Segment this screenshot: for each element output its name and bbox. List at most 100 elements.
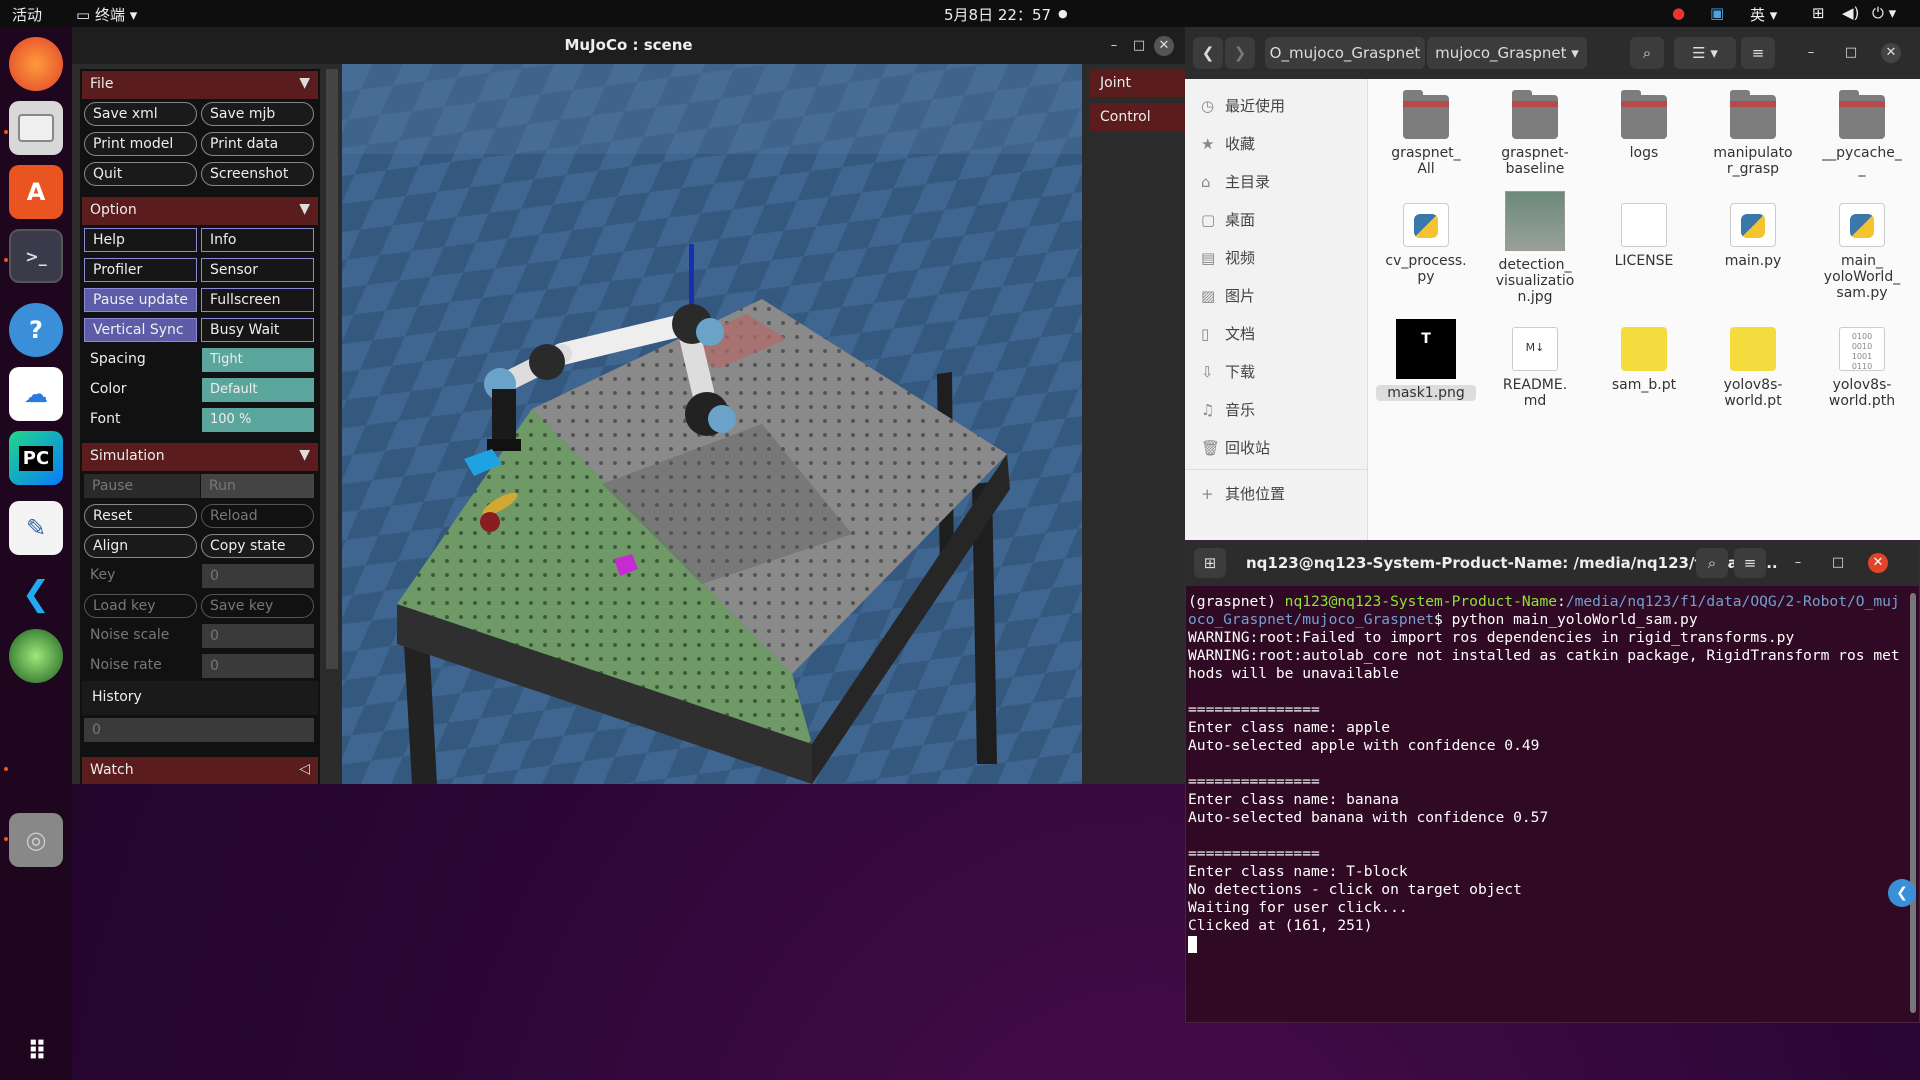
file-item[interactable]: LICENSE [1594,203,1694,269]
fullscreen-toggle[interactable]: Fullscreen [201,288,314,312]
vertical-sync-toggle[interactable]: Vertical Sync [84,318,197,342]
new-tab-icon[interactable]: ⊞ [1194,548,1226,578]
busy-wait-toggle[interactable]: Busy Wait [201,318,314,342]
clock[interactable]: 5月8日 22：57 [944,4,1051,25]
place-pictures[interactable]: ▨ 图片 [1201,285,1255,306]
baidu-netdisk-icon[interactable]: ☁ [9,367,63,421]
simulation-viewport[interactable] [342,64,1082,784]
back-button[interactable]: ❮ [1193,37,1223,69]
record-indicator-icon[interactable]: ● [1672,4,1685,22]
profiler-toggle[interactable]: Profiler [84,258,197,282]
place-desktop[interactable]: ▢ 桌面 [1201,209,1255,230]
place-trash[interactable]: 🗑 回收站 [1201,437,1270,458]
firefox-icon[interactable] [9,37,63,91]
place-videos[interactable]: ▤ 视频 [1201,247,1255,268]
help-toggle[interactable]: Help [84,228,197,252]
activities-button[interactable]: 活动 [12,4,42,25]
mujoco-title-bar[interactable]: MuJoCo : scene [72,27,1185,64]
simulation-section-header[interactable]: Simulation ▼ [82,443,318,471]
minimize-icon[interactable]: – [1104,36,1124,56]
control-section-header[interactable]: Control [1090,103,1185,131]
search-icon[interactable]: ⌕ [1696,548,1728,578]
option-section-header[interactable]: Option ▼ [82,197,318,225]
breadcrumb-parent[interactable]: O_mujoco_Graspnet [1265,37,1425,69]
file-item[interactable]: logs [1594,90,1694,161]
pause-button[interactable]: Pause [84,474,200,498]
sensor-toggle[interactable]: Sensor [201,258,314,282]
key-slider[interactable]: 0 [202,564,314,588]
file-section-header[interactable]: File ▼ [82,71,318,99]
spacing-select[interactable]: Tight [202,348,314,372]
save-xml-button[interactable]: Save xml [84,102,197,126]
terminal-header[interactable]: ⊞ nq123@nq123-System-Product-Name: /medi… [1186,541,1919,586]
save-key-button[interactable]: Save key [201,594,314,618]
place-music[interactable]: ♫ 音乐 [1201,399,1255,420]
info-toggle[interactable]: Info [201,228,314,252]
close-icon[interactable]: ✕ [1868,553,1888,573]
joint-section-header[interactable]: Joint [1090,69,1185,97]
show-apps-icon[interactable]: ⠿ [9,1025,63,1079]
view-options-icon[interactable]: ☰ ▾ [1674,37,1736,69]
file-item[interactable]: cv_process. py [1376,203,1476,285]
terminal-scrollbar[interactable] [1910,593,1916,1013]
place-starred[interactable]: ★ 收藏 [1201,133,1255,154]
file-item[interactable]: Tmask1.png [1376,319,1476,401]
print-model-button[interactable]: Print model [84,132,197,156]
side-panel-toggle-icon[interactable]: ❮ [1888,879,1916,907]
tray-app-icon[interactable]: ▣ [1710,4,1724,22]
volume-icon[interactable]: ◀) [1842,4,1859,22]
file-item[interactable]: sam_b.pt [1594,327,1694,393]
chrome-icon[interactable] [9,629,63,683]
power-icon[interactable]: ⏻ ▾ [1872,4,1896,22]
panel-scrollbar[interactable] [326,69,338,669]
input-method[interactable]: 英 ▾ [1750,4,1777,25]
file-item[interactable]: main_ yoloWorld_ sam.py [1812,203,1912,301]
pause-update-toggle[interactable]: Pause update [84,288,197,312]
help-icon[interactable]: ? [9,303,63,357]
watch-section-header[interactable]: Watch ◁ [82,757,318,784]
file-item[interactable]: main.py [1703,203,1803,269]
vscode-icon[interactable]: ❮ [9,567,63,621]
menu-icon[interactable]: ≡ [1734,548,1766,578]
file-item[interactable]: M↓ README. md [1485,327,1585,409]
file-manager-header[interactable]: ❮ ❯ O_mujoco_Graspnet mujoco_Graspnet ▾ … [1185,27,1920,79]
reset-button[interactable]: Reset [84,504,197,528]
place-downloads[interactable]: ⇩ 下载 [1201,361,1255,382]
place-documents[interactable]: ▯ 文档 [1201,323,1255,344]
file-item[interactable]: __pycache_ _ [1812,90,1912,177]
files-icon[interactable] [9,101,63,155]
terminal-icon[interactable]: >_ [9,229,63,283]
close-icon[interactable]: ✕ [1881,43,1901,63]
place-home[interactable]: ⌂ 主目录 [1201,171,1270,192]
load-key-button[interactable]: Load key [84,594,197,618]
noise-rate-slider[interactable]: 0 [202,654,314,678]
file-item[interactable]: graspnet- baseline [1485,90,1585,177]
minimize-icon[interactable]: – [1788,553,1808,573]
screenshot-button[interactable]: Screenshot [201,162,314,186]
terminal-output[interactable]: (graspnet) nq123@nq123-System-Product-Na… [1188,593,1908,1018]
history-slider[interactable]: 0 [84,718,314,742]
network-icon[interactable]: ⊞ [1812,4,1825,22]
file-item[interactable]: graspnet_ All [1376,90,1476,177]
close-icon[interactable]: ✕ [1154,36,1174,56]
search-icon[interactable]: ⌕ [1630,37,1664,69]
minimize-icon[interactable]: – [1801,43,1821,63]
file-item[interactable]: yolov8s- world.pt [1703,327,1803,409]
app-center-icon[interactable]: A [9,165,63,219]
file-item[interactable]: 0100 0010 1001 0110 yolov8s- world.pth [1812,327,1912,409]
copy-state-button[interactable]: Copy state [201,534,314,558]
font-select[interactable]: 100 % [202,408,314,432]
menu-icon[interactable]: ≡ [1741,37,1775,69]
place-other-locations[interactable]: + 其他位置 [1201,483,1285,504]
maximize-icon[interactable]: □ [1129,36,1149,56]
save-mjb-button[interactable]: Save mjb [201,102,314,126]
app-menu[interactable]: ▭ 终端 ▾ [76,4,137,25]
maximize-icon[interactable]: □ [1841,43,1861,63]
color-select[interactable]: Default [202,378,314,402]
breadcrumb-current[interactable]: mujoco_Graspnet ▾ [1427,37,1587,69]
reload-button[interactable]: Reload [201,504,314,528]
pycharm-icon[interactable]: PC [9,431,63,485]
file-item[interactable]: detection_ visualizatio n.jpg [1485,191,1585,305]
file-item[interactable]: manipulato r_grasp [1703,90,1803,177]
quit-button[interactable]: Quit [84,162,197,186]
